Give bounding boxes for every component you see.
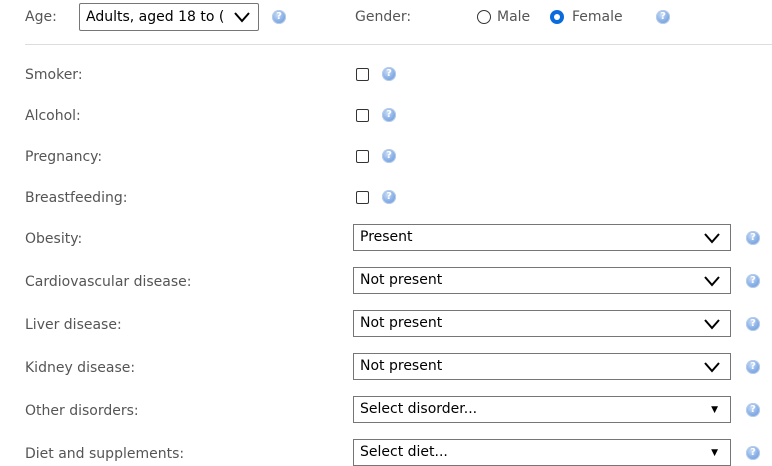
liver-label: Liver disease:: [25, 317, 122, 333]
chevron-down-icon: [704, 276, 720, 287]
chevron-down-icon: [704, 319, 720, 330]
liver-help-icon[interactable]: ?: [746, 317, 760, 331]
obesity-help-icon[interactable]: ?: [746, 231, 760, 245]
chevron-down-icon: [704, 233, 720, 244]
age-select[interactable]: Adults, aged 18 to (: [79, 3, 259, 31]
diet-select-value: Select diet...: [360, 444, 448, 460]
age-select-value: Adults, aged 18 to (: [86, 9, 225, 25]
chevron-down-icon: [704, 362, 720, 373]
breastfeeding-label: Breastfeeding:: [25, 190, 128, 206]
gender-male-radio[interactable]: [477, 10, 491, 24]
kidney-select-value: Not present: [360, 358, 443, 374]
breastfeeding-help-icon[interactable]: ?: [382, 190, 396, 204]
alcohol-help-icon[interactable]: ?: [382, 108, 396, 122]
other-disorders-select-value: Select disorder...: [360, 401, 478, 417]
cardiovascular-select-value: Not present: [360, 272, 443, 288]
kidney-select[interactable]: Not present: [353, 353, 731, 380]
pregnancy-help-icon[interactable]: ?: [382, 149, 396, 163]
cardiovascular-select[interactable]: Not present: [353, 267, 731, 294]
gender-female-radio[interactable]: [550, 10, 564, 24]
obesity-label: Obesity:: [25, 231, 83, 247]
header-divider: [25, 44, 772, 45]
diet-label: Diet and supplements:: [25, 446, 185, 462]
diet-help-icon[interactable]: ?: [746, 446, 760, 460]
other-disorders-help-icon[interactable]: ?: [746, 403, 760, 417]
other-disorders-select[interactable]: Select disorder... ▼: [353, 396, 731, 423]
age-label: Age:: [25, 9, 57, 25]
dropdown-arrow-icon: ▼: [711, 405, 718, 415]
liver-select[interactable]: Not present: [353, 310, 731, 337]
kidney-help-icon[interactable]: ?: [746, 360, 760, 374]
diet-select[interactable]: Select diet... ▼: [353, 439, 731, 466]
alcohol-checkbox[interactable]: [356, 109, 369, 122]
alcohol-label: Alcohol:: [25, 108, 81, 124]
liver-select-value: Not present: [360, 315, 443, 331]
smoker-help-icon[interactable]: ?: [382, 67, 396, 81]
dropdown-arrow-icon: ▼: [711, 448, 718, 458]
gender-female-label[interactable]: Female: [572, 8, 623, 26]
kidney-label: Kidney disease:: [25, 360, 136, 376]
gender-help-icon[interactable]: ?: [656, 10, 670, 24]
gender-male-label[interactable]: Male: [497, 8, 530, 26]
pregnancy-label: Pregnancy:: [25, 149, 103, 165]
obesity-select-value: Present: [360, 229, 413, 245]
smoker-checkbox[interactable]: [356, 68, 369, 81]
other-disorders-label: Other disorders:: [25, 403, 139, 419]
age-help-icon[interactable]: ?: [272, 10, 286, 24]
pregnancy-checkbox[interactable]: [356, 150, 369, 163]
smoker-label: Smoker:: [25, 67, 83, 83]
gender-label: Gender:: [355, 9, 412, 25]
cardiovascular-help-icon[interactable]: ?: [746, 274, 760, 288]
breastfeeding-checkbox[interactable]: [356, 191, 369, 204]
obesity-select[interactable]: Present: [353, 224, 731, 251]
cardiovascular-label: Cardiovascular disease:: [25, 274, 192, 290]
chevron-down-icon: [234, 12, 250, 23]
